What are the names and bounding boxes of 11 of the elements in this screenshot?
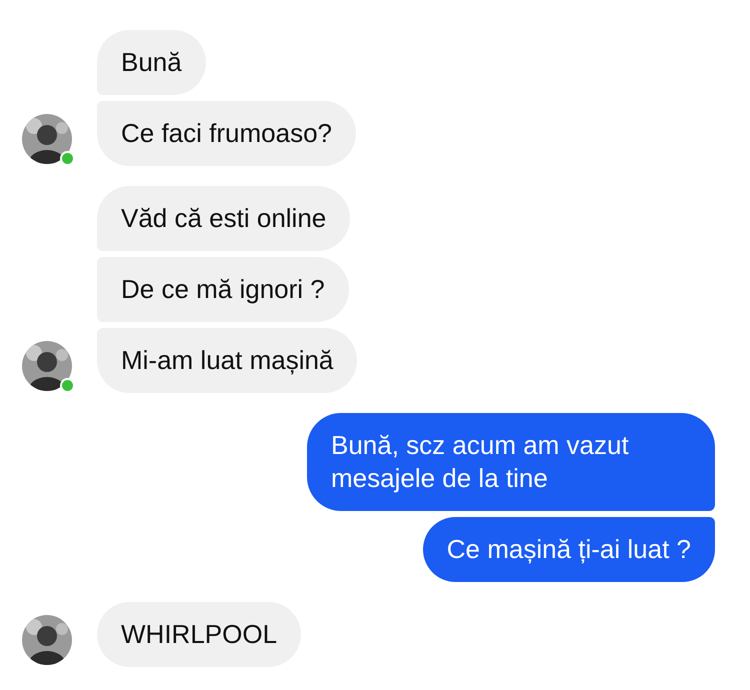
- sent-message-bubble: Ce mașină ți-ai luat ?: [422, 517, 715, 582]
- received-message-bubble: WHIRLPOOL: [97, 602, 302, 667]
- received-message-bubble: Văd că esti online: [97, 186, 350, 251]
- received-message-bubble: De ce mă ignori ?: [97, 257, 349, 322]
- received-message-bubble: Bună: [97, 30, 206, 95]
- received-message-bubble: Ce faci frumoaso?: [97, 101, 356, 166]
- sent-message-bubble: Bună, scz acum am vazut mesajele de la tine: [307, 413, 715, 511]
- avatar: [22, 341, 72, 391]
- avatar: [22, 615, 72, 665]
- received-message-bubble: Mi-am luat mașină: [97, 328, 358, 393]
- avatar: [22, 114, 72, 164]
